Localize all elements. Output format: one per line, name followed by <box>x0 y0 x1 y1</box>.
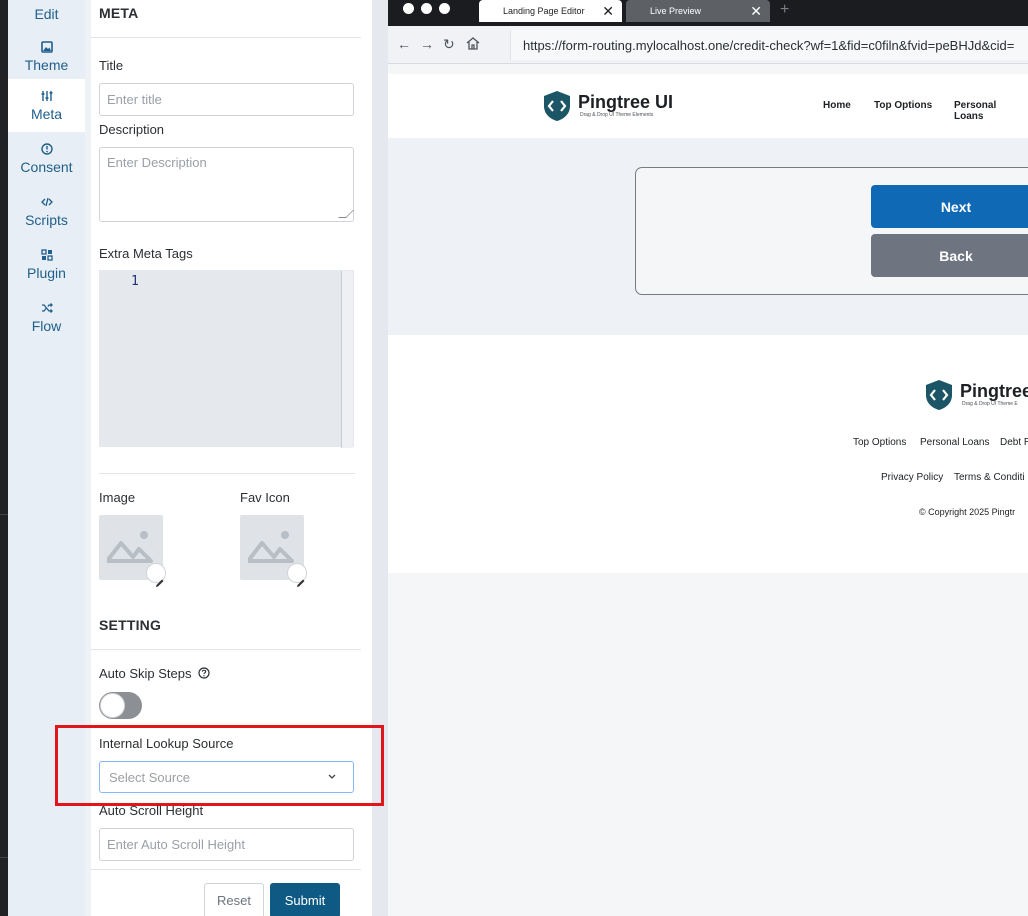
new-tab-icon[interactable]: + <box>780 1 789 19</box>
divider <box>91 869 361 870</box>
home-icon[interactable] <box>466 37 480 53</box>
tab-title: Landing Page Editor <box>503 6 585 16</box>
back-button[interactable]: Back <box>871 234 1028 277</box>
title-placeholder: Enter title <box>107 92 162 107</box>
auto-skip-label: Auto Skip Steps <box>99 666 210 681</box>
nav-label-meta: Meta <box>30 106 63 122</box>
url-text: https://form-routing.mylocalhost.one/cre… <box>523 37 1015 53</box>
title-input[interactable]: Enter title <box>99 83 354 116</box>
nav-item-flow[interactable]: Flow <box>8 291 85 344</box>
nav-label-theme: Theme <box>24 57 69 73</box>
help-icon[interactable] <box>198 667 210 679</box>
footer-logo-text: Pingtree <box>960 381 1028 401</box>
site-footer: Pingtree Drag & Drop UI Theme E Top Opti… <box>388 335 1028 573</box>
grid-icon <box>40 248 54 262</box>
tab-live-preview[interactable]: Live Preview ✕ <box>626 0 770 22</box>
image-placeholder-icon <box>248 531 294 563</box>
auto-skip-toggle[interactable] <box>99 692 142 719</box>
scroll-height-label: Auto Scroll Height <box>99 803 204 818</box>
close-icon[interactable]: ✕ <box>602 4 614 18</box>
nav-item-plugin[interactable]: Plugin <box>8 238 85 291</box>
site-header: Pingtree UI Drag & Drop UI Theme Element… <box>388 74 1028 138</box>
image-upload[interactable] <box>99 515 166 587</box>
logo-tagline: Drag & Drop UI Theme Elements <box>580 112 654 118</box>
sliders-icon <box>40 89 54 103</box>
footer-logo-tagline: Drag & Drop UI Theme E <box>962 401 1018 407</box>
page-viewport: Pingtree UI Drag & Drop UI Theme Element… <box>388 64 1028 916</box>
nav-item-meta[interactable]: Meta <box>8 79 85 132</box>
reload-icon[interactable]: ↻ <box>443 36 455 53</box>
divider <box>99 473 355 474</box>
extra-meta-code-editor[interactable]: 1 <box>99 270 354 448</box>
nav-item-theme[interactable]: Theme <box>8 30 85 83</box>
forward-arrow-icon[interactable]: → <box>420 36 434 52</box>
address-bar: ← → ↻ https://form-routing.mylocalhost.o… <box>388 26 1028 64</box>
footer-link-debt-relief[interactable]: Debt R <box>1000 437 1028 448</box>
title-label: Title <box>99 58 124 73</box>
scroll-height-input[interactable]: Enter Auto Scroll Height <box>99 828 354 861</box>
code-editor-scrollbar[interactable] <box>341 271 353 448</box>
tab-landing-page-editor[interactable]: Landing Page Editor ✕ <box>479 0 622 22</box>
pingtree-logo-icon <box>544 91 570 121</box>
url-field[interactable]: https://form-routing.mylocalhost.one/cre… <box>510 30 1028 60</box>
edit-favicon-icon[interactable] <box>287 563 307 587</box>
favicon-label: Fav Icon <box>240 490 290 505</box>
footer-link-privacy-policy[interactable]: Privacy Policy <box>881 472 943 483</box>
divider <box>91 37 361 38</box>
pingtree-logo-icon <box>926 380 952 410</box>
meta-section-title: META <box>99 5 139 21</box>
logo-text: Pingtree UI <box>578 92 674 112</box>
site-nav-personal-loans[interactable]: Personal Loans <box>954 100 1028 122</box>
reset-button[interactable]: Reset <box>204 883 264 916</box>
window-edge <box>0 0 8 916</box>
description-placeholder: Enter Description <box>107 155 207 170</box>
window-dot-icon[interactable] <box>421 3 432 14</box>
tab-title: Live Preview <box>650 6 702 16</box>
image-placeholder-icon <box>107 531 153 563</box>
next-button[interactable]: Next <box>871 185 1028 228</box>
highlight-box <box>55 725 384 806</box>
toggle-knob <box>100 693 125 718</box>
window-dot-icon[interactable] <box>403 3 414 14</box>
divider <box>91 649 361 650</box>
image-label: Image <box>99 490 136 505</box>
scroll-height-placeholder: Enter Auto Scroll Height <box>107 837 246 852</box>
submit-button[interactable]: Submit <box>270 883 340 916</box>
browser-tab-bar: Landing Page Editor ✕ Live Preview ✕ + <box>388 0 1028 26</box>
setting-section-title: SETTING <box>99 617 162 633</box>
nav-item-edit[interactable]: Edit <box>8 0 85 33</box>
copyright-text: © Copyright 2025 Pingtr <box>919 507 1016 517</box>
alert-circle-icon <box>40 142 54 156</box>
footer-link-personal-loans[interactable]: Personal Loans <box>920 437 990 448</box>
line-number: 1 <box>131 274 139 289</box>
nav-item-consent[interactable]: Consent <box>8 132 85 185</box>
nav-label-flow: Flow <box>31 318 62 334</box>
shuffle-icon <box>40 301 54 315</box>
back-arrow-icon[interactable]: ← <box>397 36 411 52</box>
code-icon <box>40 195 54 209</box>
browser-preview: Landing Page Editor ✕ Live Preview ✕ + ←… <box>388 0 1028 916</box>
close-icon[interactable]: ✕ <box>750 4 762 18</box>
footer-link-top-options[interactable]: Top Options <box>853 437 906 448</box>
nav-label-plugin: Plugin <box>27 265 66 281</box>
auto-skip-label-text: Auto Skip Steps <box>99 666 192 681</box>
nav-label-edit: Edit <box>34 5 59 22</box>
resize-handle-icon[interactable] <box>338 210 354 218</box>
favicon-upload[interactable] <box>240 515 307 587</box>
description-label: Description <box>99 122 165 137</box>
footer-link-terms[interactable]: Terms & Conditi <box>954 472 1025 483</box>
site-nav-home[interactable]: Home <box>823 100 851 111</box>
edit-image-icon[interactable] <box>146 563 166 587</box>
nav-label-scripts: Scripts <box>25 212 68 228</box>
description-textarea[interactable]: Enter Description <box>99 147 354 222</box>
site-nav-top-options[interactable]: Top Options <box>874 100 932 111</box>
nav-item-scripts[interactable]: Scripts <box>8 185 85 238</box>
nav-label-consent: Consent <box>20 159 73 175</box>
extra-meta-label: Extra Meta Tags <box>99 246 193 261</box>
image-icon <box>40 40 54 54</box>
window-dot-icon[interactable] <box>439 3 450 14</box>
